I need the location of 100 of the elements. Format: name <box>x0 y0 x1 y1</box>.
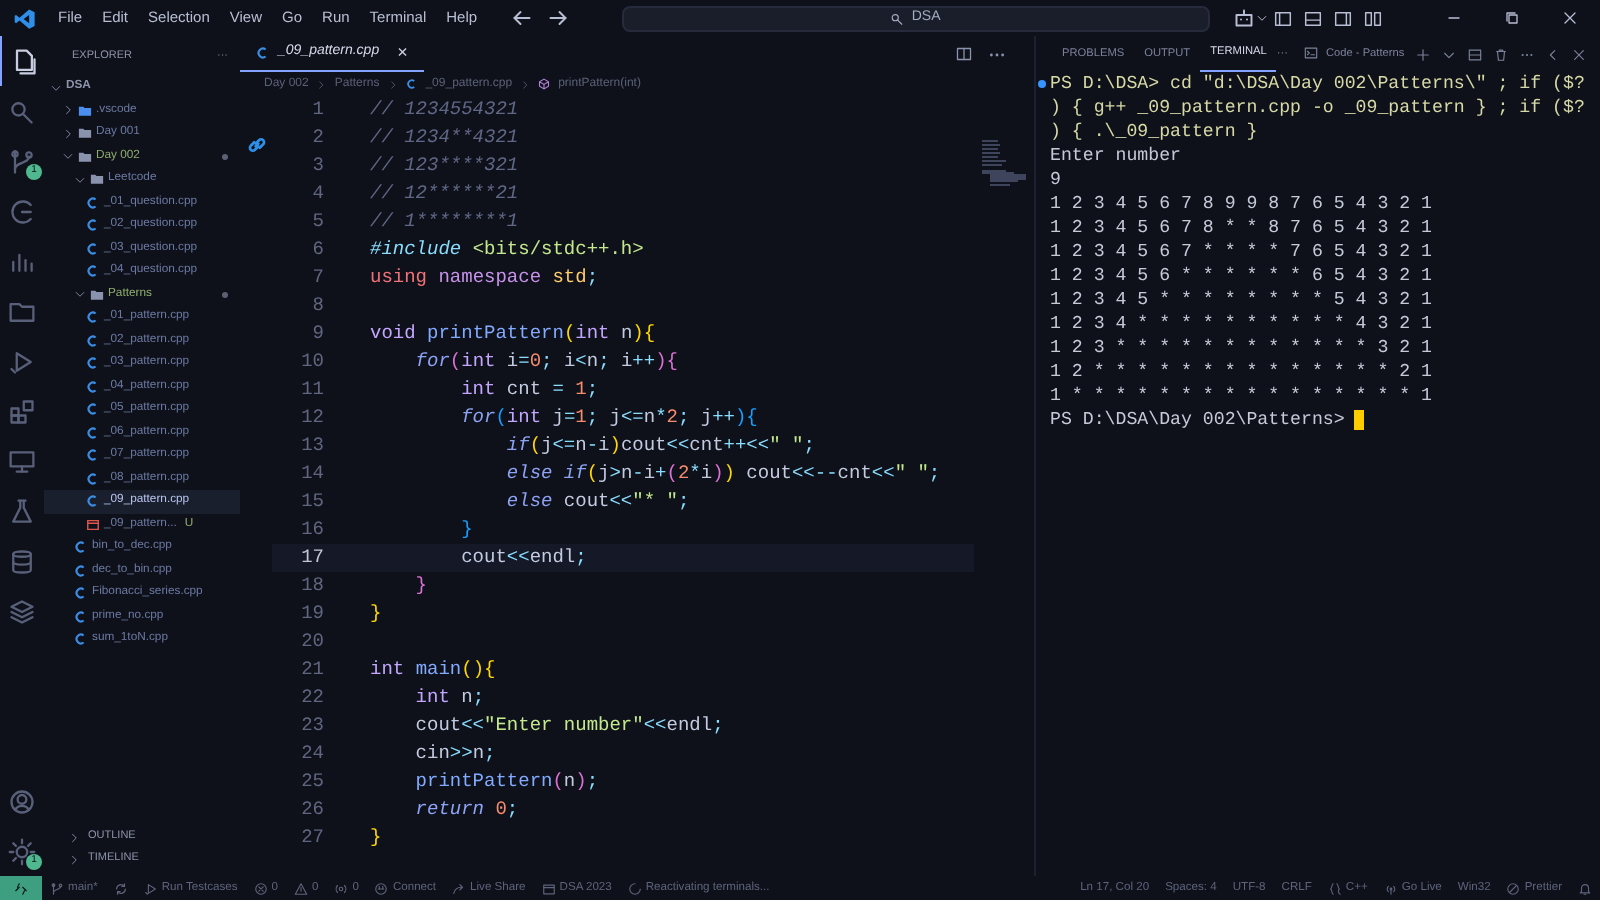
layout-icon[interactable] <box>1304 9 1323 27</box>
split-terminal-icon[interactable] <box>1468 47 1483 61</box>
sync-icon[interactable] <box>113 881 128 895</box>
code-line: using namespace std; <box>370 264 599 292</box>
chevron-down-icon[interactable] <box>1442 47 1457 61</box>
line-number: 20 <box>299 627 324 656</box>
line-number: 5 <box>310 207 324 236</box>
line-number: 4 <box>310 179 324 208</box>
terminal-line: PS D:\DSA\Day 002\Patterns> <box>1050 408 1345 432</box>
broadcast-icon <box>1383 881 1398 895</box>
radio-icon <box>334 881 349 895</box>
line-number: 14 <box>299 459 324 488</box>
line-number: 11 <box>299 375 324 404</box>
branch-icon[interactable] <box>8 147 36 175</box>
terminal-icon <box>1303 46 1318 61</box>
robot-icon[interactable] <box>1232 6 1257 30</box>
arc-icon[interactable] <box>8 197 36 225</box>
line-number: 7 <box>310 263 324 292</box>
bell-icon[interactable] <box>1578 881 1592 895</box>
prompt-dot <box>1038 80 1046 88</box>
code-line: for(int j=1; j<=n*2; j++){ <box>459 404 758 432</box>
terminal-line: ) { .\_09_pattern } <box>1050 120 1258 144</box>
code-line: } <box>370 600 382 628</box>
code-line: // 123****321 <box>370 152 519 180</box>
chevron-icon <box>74 288 86 301</box>
calendar-icon <box>541 881 556 895</box>
terminal-line: 1 2 3 4 5 * * * * * * * * 5 4 3 2 1 <box>1050 288 1432 312</box>
terminal-line: 1 2 3 4 5 6 7 * * * * 7 6 5 4 3 2 1 <box>1050 240 1432 264</box>
layout-icon[interactable] <box>1334 9 1353 27</box>
line-number: 13 <box>299 431 324 460</box>
terminal-line: 1 2 3 4 5 6 * * * * * * 6 5 4 3 2 1 <box>1050 264 1432 288</box>
layers-icon[interactable] <box>8 597 36 625</box>
terminal-line: 1 2 3 * * * * * * * * * * * * 3 2 1 <box>1050 336 1432 360</box>
play-icon <box>143 881 158 895</box>
code-line: for(int i=0; i<n; i++){ <box>413 348 678 376</box>
terminal-line: Enter number <box>1050 144 1181 168</box>
account-icon[interactable] <box>8 787 36 815</box>
minimap-drawing <box>982 140 1026 188</box>
trash-icon[interactable] <box>1494 47 1509 61</box>
line-number: 15 <box>299 487 324 516</box>
database-icon[interactable] <box>8 547 36 575</box>
code-line: return 0; <box>413 796 519 824</box>
split-editor-icon[interactable] <box>956 46 972 62</box>
window-icon <box>86 517 100 532</box>
cube-icon <box>538 78 551 90</box>
modified-dot <box>222 291 228 298</box>
spinner-icon <box>627 881 642 895</box>
code-line: // 1234554321 <box>370 96 519 124</box>
search-icon[interactable] <box>8 97 36 125</box>
line-number: 25 <box>299 767 324 796</box>
remote-icon <box>14 881 28 895</box>
new-terminal-icon[interactable] <box>1416 47 1431 61</box>
line-number: 24 <box>299 739 324 768</box>
forward-arrow-icon[interactable] <box>546 6 571 30</box>
play-icon[interactable] <box>8 347 36 375</box>
remote-button[interactable] <box>0 876 42 900</box>
close-tab-button[interactable]: × <box>387 44 408 62</box>
chevron-icon <box>387 79 398 89</box>
warning-icon <box>293 881 308 895</box>
line-number: 1 <box>310 95 324 124</box>
code-line: int cnt = 1; <box>459 376 599 404</box>
text-cursor <box>1354 410 1365 430</box>
code-line: if(j<=n-i)cout<<cnt++<<" "; <box>504 432 815 460</box>
terminal-line: 1 2 3 4 5 6 7 8 9 9 8 7 6 5 4 3 2 1 <box>1050 192 1432 216</box>
line-number: 10 <box>299 347 324 376</box>
app-logo-icon <box>14 7 36 29</box>
restore-icon[interactable] <box>1503 10 1520 26</box>
chevron-icon <box>316 79 327 89</box>
folder-icon[interactable] <box>8 297 36 325</box>
code-line: // 1234**4321 <box>370 124 519 152</box>
line-number: 22 <box>299 683 324 712</box>
code-line: int main(){ <box>370 656 496 684</box>
code-line: int n; <box>413 684 485 712</box>
terminal-line: 1 * * * * * * * * * * * * * * * * 1 <box>1050 384 1432 408</box>
line-number: 17 <box>299 543 324 572</box>
close-icon[interactable] <box>1572 47 1587 61</box>
terminal-line: 1 2 3 4 5 6 7 8 * * 8 7 6 5 4 3 2 1 <box>1050 216 1432 240</box>
layout-icon[interactable] <box>1274 9 1293 27</box>
chevron-down-icon[interactable] <box>1256 12 1269 24</box>
line-number: 18 <box>299 571 324 600</box>
share-arrow-icon <box>452 881 467 895</box>
layout-icon[interactable] <box>1364 9 1383 27</box>
braces-icon <box>1327 881 1342 895</box>
line-number: 3 <box>310 151 324 180</box>
close-icon[interactable] <box>1562 10 1579 26</box>
error-icon <box>253 881 268 895</box>
flask-icon[interactable] <box>8 497 36 525</box>
back-arrow-icon[interactable] <box>510 6 535 30</box>
chevron-left-icon[interactable] <box>1546 47 1561 61</box>
line-number: 12 <box>299 403 324 432</box>
line-number: 9 <box>310 319 324 348</box>
settings-icon[interactable] <box>8 837 36 865</box>
monitor-icon[interactable] <box>8 447 36 475</box>
code-line: // 12******21 <box>370 180 519 208</box>
chevron-icon <box>520 79 531 89</box>
search-icon <box>889 11 904 25</box>
modified-dot <box>222 153 228 160</box>
blocks-icon[interactable] <box>8 397 36 425</box>
line-number: 2 <box>310 123 324 152</box>
code-line: void printPattern(int n){ <box>370 320 656 348</box>
